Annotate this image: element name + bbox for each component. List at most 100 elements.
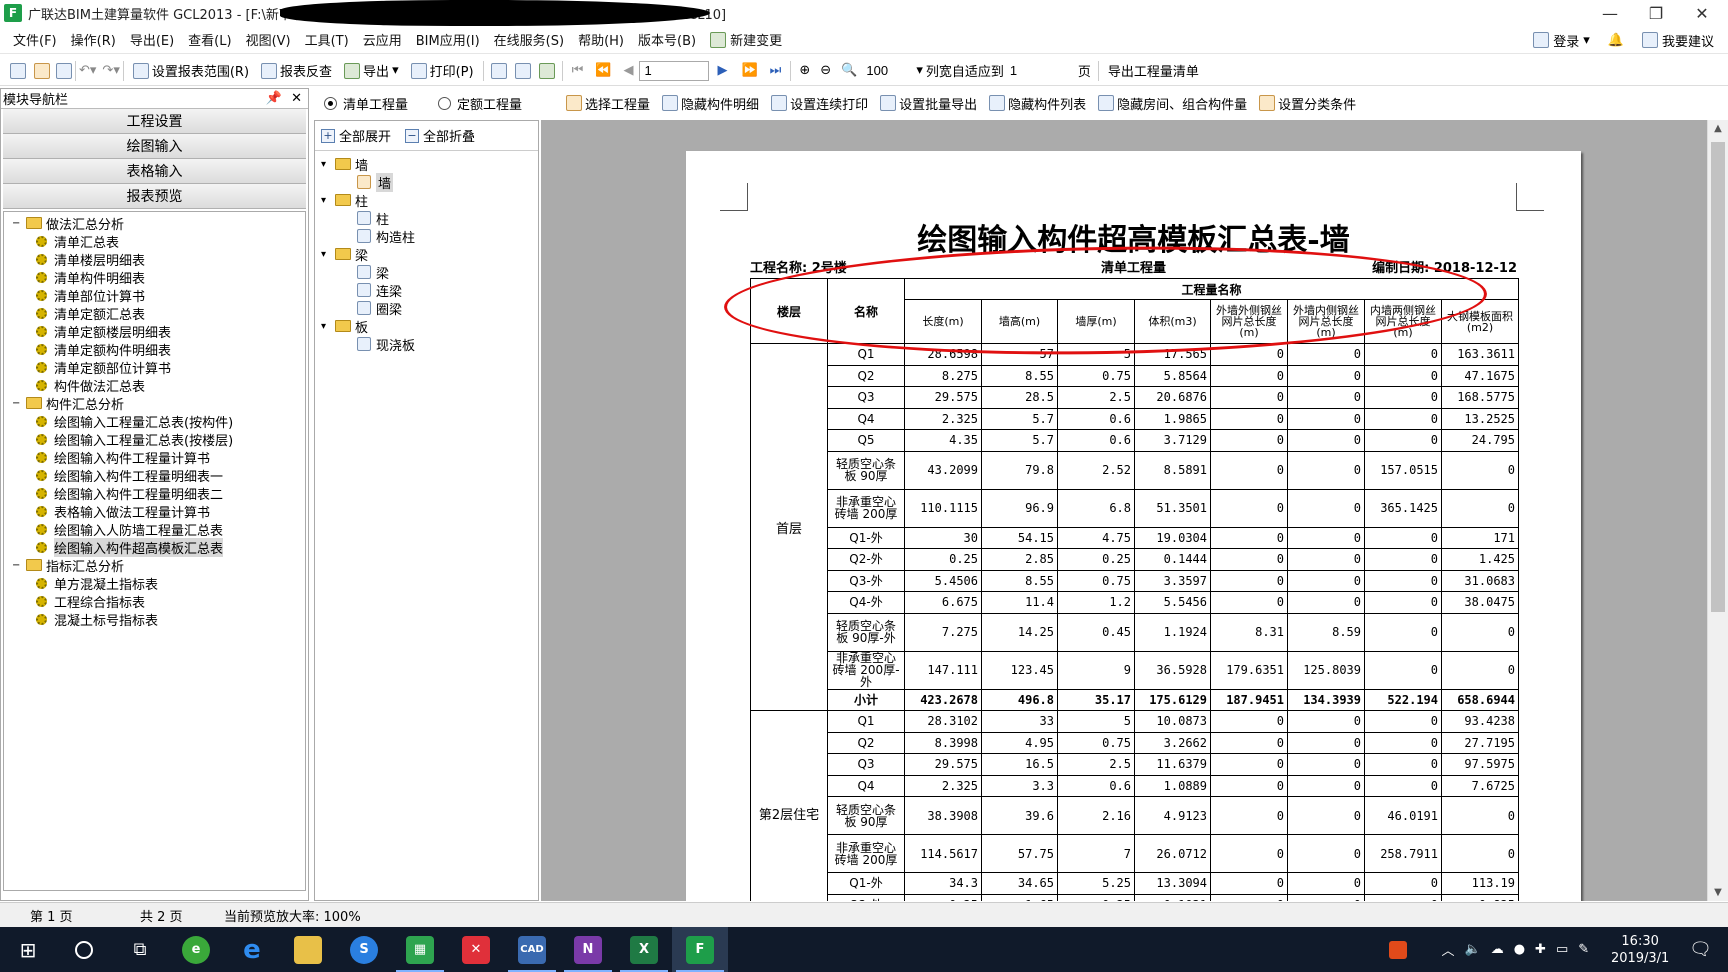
- nav-report-preview[interactable]: 报表预览: [3, 184, 306, 209]
- next-fast-icon[interactable]: ⏩: [741, 63, 757, 78]
- nav-table-input[interactable]: 表格输入: [3, 159, 306, 184]
- classify-button[interactable]: 设置分类条件: [1253, 94, 1362, 113]
- component-item[interactable]: 墙: [315, 172, 538, 192]
- report-tree-item[interactable]: 清单定额汇总表: [4, 304, 305, 323]
- menu-operate[interactable]: 操作(R): [64, 30, 123, 49]
- report-tree-item[interactable]: 清单定额构件明细表: [4, 340, 305, 359]
- task-view-button[interactable]: ⧉: [112, 927, 168, 972]
- menu-cloud[interactable]: 云应用: [356, 30, 409, 49]
- component-item[interactable]: 圈梁: [315, 299, 538, 318]
- component-group[interactable]: ▾ 梁: [315, 245, 538, 264]
- login-button[interactable]: 登录 ▾: [1533, 31, 1590, 50]
- export-bill-button[interactable]: 导出工程量清单: [1102, 61, 1205, 80]
- set-report-range-button[interactable]: 设置报表范围(R): [127, 61, 255, 80]
- restore-icon[interactable]: ❐: [1633, 0, 1679, 26]
- report-tree-item[interactable]: 清单定额楼层明细表: [4, 322, 305, 341]
- double-page-icon[interactable]: [514, 62, 531, 79]
- report-tree-item[interactable]: 单方混凝土指标表: [4, 574, 305, 593]
- component-group[interactable]: ▾ 柱: [315, 191, 538, 210]
- prev-fast-icon[interactable]: ⏪: [595, 63, 611, 78]
- menu-file[interactable]: 文件(F): [6, 30, 64, 49]
- search-button[interactable]: [56, 927, 112, 972]
- report-tree-item[interactable]: 绘图输入构件超高模板汇总表: [4, 537, 305, 557]
- component-group[interactable]: ▾ 板: [315, 317, 538, 336]
- prev-page-icon[interactable]: ◀: [623, 63, 633, 78]
- minus-icon[interactable]: −: [12, 398, 26, 409]
- collapse-all-button[interactable]: 全部折叠: [423, 126, 475, 145]
- fit-pages-input[interactable]: [1005, 60, 1078, 81]
- pin-icon[interactable]: 📌: [266, 91, 282, 106]
- report-tree-item[interactable]: 表格输入做法工程量计算书: [4, 502, 305, 521]
- first-page-icon[interactable]: ⏮: [572, 63, 584, 78]
- report-tree-item[interactable]: 混凝土标号指标表: [4, 610, 305, 629]
- scroll-down-icon[interactable]: ▼: [1708, 887, 1728, 898]
- report-tree-item[interactable]: 绘图输入工程量汇总表(按楼层): [4, 430, 305, 449]
- scroll-thumb[interactable]: [1711, 142, 1725, 612]
- battery-icon[interactable]: ▭: [1556, 942, 1568, 957]
- minus-icon[interactable]: −: [12, 560, 26, 571]
- report-tree-item[interactable]: 绘图输入构件工程量计算书: [4, 448, 305, 467]
- nav-drawing-input[interactable]: 绘图输入: [3, 134, 306, 159]
- single-page-icon[interactable]: [490, 62, 507, 79]
- suggest-button[interactable]: 我要建议: [1641, 31, 1714, 50]
- report-tree-item[interactable]: 绘图输入人防墙工程量汇总表: [4, 520, 305, 539]
- taskbar-app-calc[interactable]: ▦: [392, 927, 448, 972]
- report-tree-item[interactable]: 工程综合指标表: [4, 592, 305, 611]
- minimize-icon[interactable]: —: [1587, 0, 1633, 26]
- action-center-icon[interactable]: 🗨: [1689, 939, 1712, 960]
- expand-all-button[interactable]: 全部展开: [339, 126, 391, 145]
- clock[interactable]: 16:30 2019/3/1: [1605, 933, 1675, 967]
- page-number-input[interactable]: [639, 60, 710, 81]
- report-tree-item[interactable]: 构件做法汇总表: [4, 376, 305, 395]
- taskbar-app-xmind[interactable]: ✕: [448, 927, 504, 972]
- zoom-in-icon[interactable]: ⊕: [799, 63, 810, 78]
- tree-group[interactable]: − 构件汇总分析: [4, 394, 305, 413]
- print-button[interactable]: 打印(P): [405, 61, 480, 80]
- menu-help[interactable]: 帮助(H): [571, 30, 631, 49]
- next-page-icon[interactable]: ▶: [717, 63, 727, 78]
- cloud-icon[interactable]: ☁: [1491, 942, 1504, 957]
- hide-list-button[interactable]: 隐藏构件列表: [983, 94, 1092, 113]
- zoom-input[interactable]: [862, 60, 915, 81]
- collapse-chevron-icon[interactable]: ▾: [321, 321, 335, 332]
- tray-expand-icon[interactable]: ︿: [1441, 940, 1454, 959]
- multi-page-icon[interactable]: [538, 62, 555, 79]
- report-tree-item[interactable]: 清单楼层明细表: [4, 250, 305, 269]
- zoom-out-icon[interactable]: ⊖: [820, 63, 831, 78]
- new-file-icon[interactable]: [10, 62, 26, 79]
- menu-online[interactable]: 在线服务(S): [487, 30, 571, 49]
- radio-dinge[interactable]: [438, 96, 452, 110]
- minus-icon[interactable]: −: [12, 218, 26, 229]
- pen-icon[interactable]: ✎: [1578, 942, 1589, 957]
- batch-export-button[interactable]: 设置批量导出: [874, 94, 983, 113]
- hide-room-button[interactable]: 隐藏房间、组合构件量: [1092, 94, 1253, 113]
- undo-icon[interactable]: ↶▾: [79, 63, 96, 78]
- report-tree-item[interactable]: 绘图输入构件工程量明细表一: [4, 466, 305, 485]
- collapse-chevron-icon[interactable]: ▾: [321, 159, 335, 170]
- menu-bim[interactable]: BIM应用(I): [409, 30, 487, 49]
- close-icon[interactable]: ✕: [1679, 0, 1725, 26]
- component-item[interactable]: 构造柱: [315, 227, 538, 246]
- menu-export[interactable]: 导出(E): [123, 30, 181, 49]
- menu-version[interactable]: 版本号(B): [631, 30, 703, 49]
- taskbar-app-edge[interactable]: e: [224, 927, 280, 972]
- select-quantity-button[interactable]: 选择工程量: [560, 94, 656, 113]
- collapse-all-icon[interactable]: −: [405, 128, 420, 143]
- report-tree-item[interactable]: 清单构件明细表: [4, 268, 305, 287]
- collapse-chevron-icon[interactable]: ▾: [321, 249, 335, 260]
- menu-new-change[interactable]: 新建变更: [703, 30, 789, 49]
- fit-width-control[interactable]: ▾ 列宽自适应到: [914, 61, 1006, 80]
- start-button[interactable]: ⊞: [0, 927, 56, 972]
- report-tree-item[interactable]: 绘图输入构件工程量明细表二: [4, 484, 305, 503]
- report-tree-item[interactable]: 绘图输入工程量汇总表(按构件): [4, 412, 305, 431]
- tree-group[interactable]: − 指标汇总分析: [4, 556, 305, 575]
- collapse-chevron-icon[interactable]: ▾: [321, 195, 335, 206]
- component-item[interactable]: 连梁: [315, 281, 538, 300]
- preview-vertical-scrollbar[interactable]: ▲ ▼: [1707, 120, 1728, 901]
- redo-icon[interactable]: ↷▾: [102, 63, 119, 78]
- report-tree-item[interactable]: 清单汇总表: [4, 232, 305, 251]
- tray-app-icon[interactable]: ●: [1514, 942, 1525, 957]
- taskbar-app-sogou[interactable]: S: [336, 927, 392, 972]
- scroll-up-icon[interactable]: ▲: [1708, 123, 1728, 134]
- radio-qingdan[interactable]: [324, 96, 337, 110]
